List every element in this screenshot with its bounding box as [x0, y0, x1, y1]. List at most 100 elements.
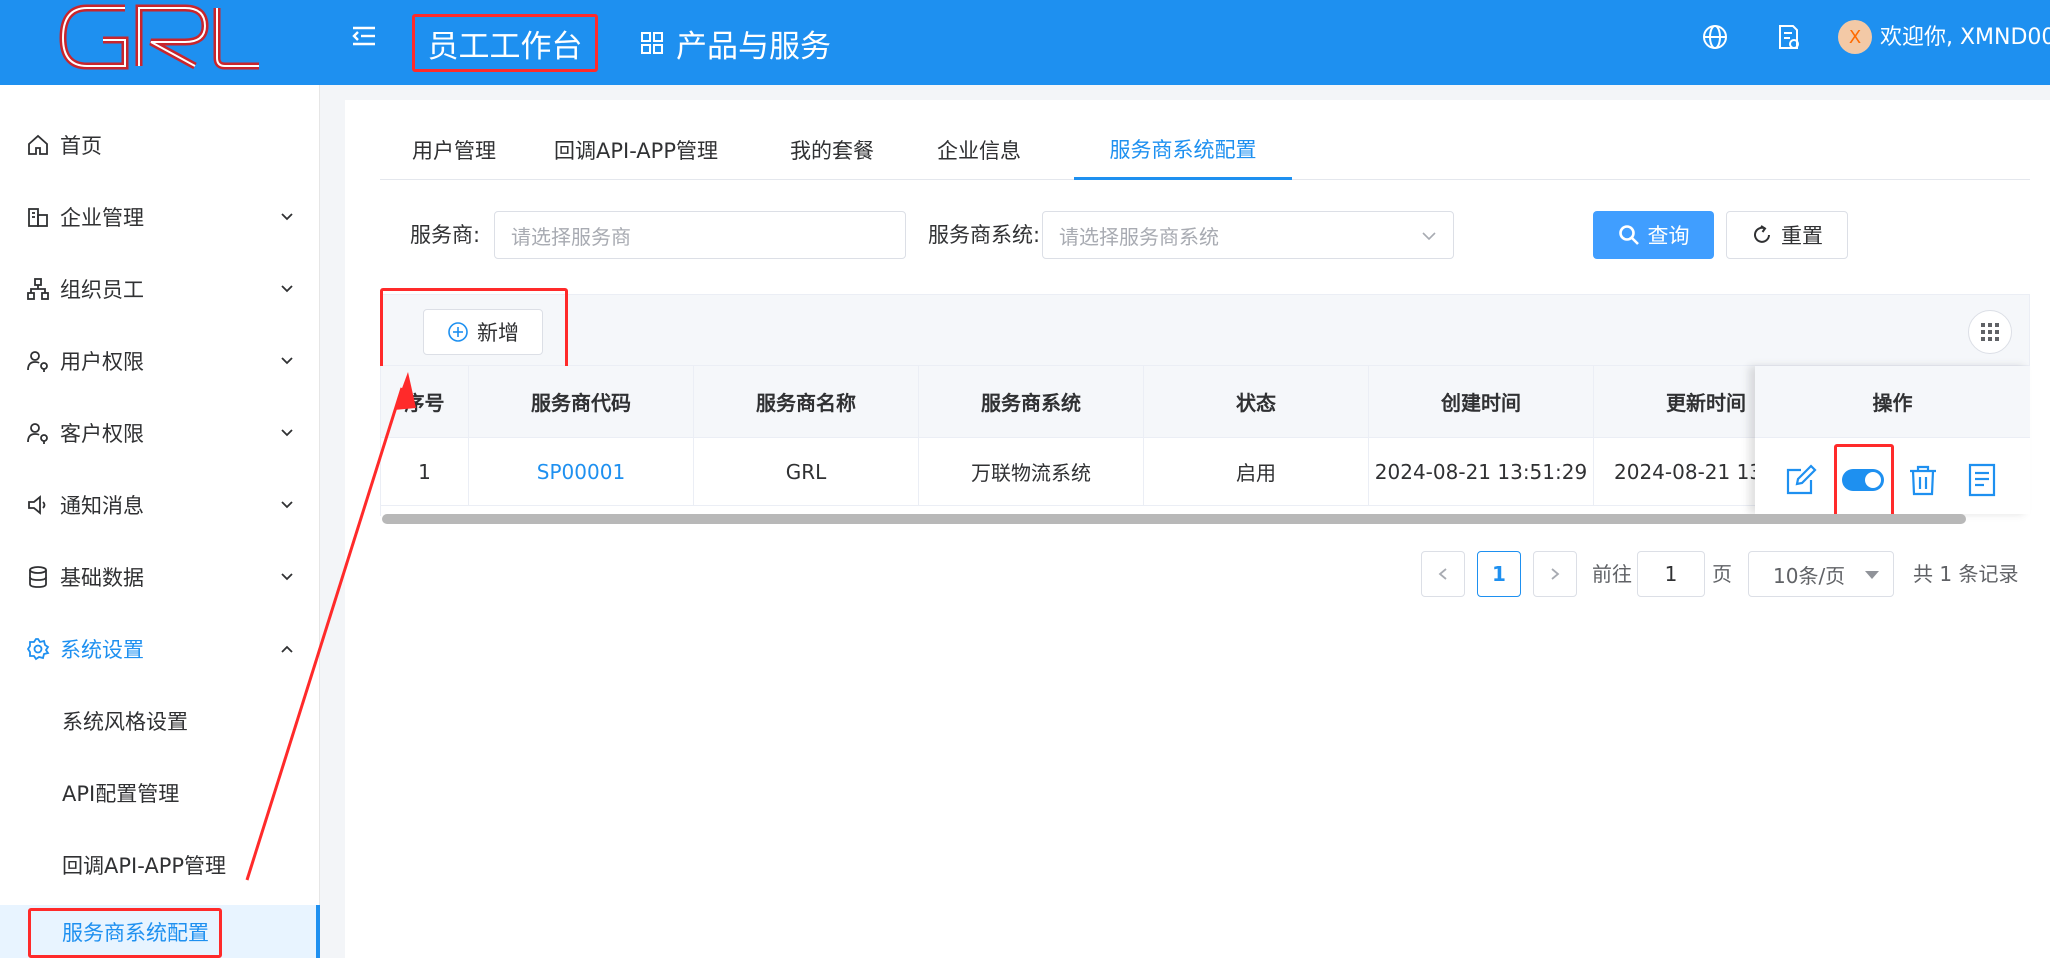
tab-label: 回调API-APP管理 — [553, 139, 719, 163]
provider-code-link[interactable]: SP00001 — [469, 438, 694, 506]
tab-callback-app[interactable]: 回调API-APP管理 — [530, 120, 742, 180]
sidebar-item-notification[interactable]: 通知消息 — [0, 469, 320, 541]
workbench-nav[interactable]: 员工工作台 — [412, 14, 598, 72]
goto-page-input[interactable]: 1 — [1637, 551, 1705, 597]
table-header: 服务商名称 — [694, 366, 919, 438]
refresh-icon — [1754, 225, 1770, 243]
building-icon — [28, 208, 48, 227]
products-nav[interactable]: 产品与服务 — [640, 14, 831, 72]
table-header: 服务商系统 — [919, 366, 1144, 438]
query-button[interactable]: 查询 — [1593, 211, 1714, 259]
apps-grid-icon — [641, 32, 663, 54]
sidebar-item-enterprise[interactable]: 企业管理 — [0, 181, 320, 253]
edit-icon[interactable] — [1783, 462, 1819, 498]
sidebar-item-org[interactable]: 组织员工 — [0, 253, 320, 325]
highlight-box-add — [380, 288, 568, 374]
prev-page-button[interactable] — [1421, 551, 1465, 597]
sidebar-item-user-permission[interactable]: 用户权限 — [0, 325, 320, 397]
sidebar-item-label: 企业管理 — [60, 206, 144, 230]
database-icon — [29, 566, 47, 588]
sidebar-item-system-settings[interactable]: 系统设置 — [0, 613, 320, 685]
gear-icon — [26, 638, 50, 661]
home-icon — [28, 134, 48, 155]
sidebar-item-customer-permission[interactable]: 客户权限 — [0, 397, 320, 469]
chevron-down-icon — [281, 357, 293, 365]
table-header: 状态 — [1144, 366, 1369, 438]
table-cell: 1 — [381, 438, 469, 506]
chevron-up-icon — [281, 645, 293, 653]
document-check-icon[interactable] — [1773, 22, 1803, 52]
chevron-right-icon — [1551, 568, 1560, 580]
query-label: 查询 — [1647, 224, 1690, 248]
org-icon — [27, 278, 49, 300]
system-placeholder: 请选择服务商系统 — [1059, 224, 1219, 249]
products-label: 产品与服务 — [676, 28, 831, 65]
reset-button[interactable]: 重置 — [1726, 211, 1848, 259]
sidebar-item-basic-data[interactable]: 基础数据 — [0, 541, 320, 613]
top-header: 员工工作台 产品与服务 X 欢迎你, XMND001 — [0, 0, 2050, 85]
sidebar-item-home[interactable]: 首页 — [0, 109, 320, 181]
table-header: 服务商代码 — [469, 366, 694, 438]
goto-suffix: 页 — [1712, 562, 1732, 586]
provider-placeholder: 请选择服务商 — [511, 224, 631, 249]
table-cell: 2024-08-21 13:51:29 — [1369, 438, 1594, 506]
sidebar-item-label: 通知消息 — [60, 494, 144, 518]
table-toolbar — [380, 294, 2030, 366]
table-cell: GRL — [694, 438, 919, 506]
sidebar-subitem-api-config[interactable]: API配置管理 — [0, 757, 320, 829]
provider-label: 服务商: — [410, 223, 481, 247]
sidebar-subitem-callback-app[interactable]: 回调API-APP管理 — [0, 829, 320, 901]
sidebar-subitem-label: 回调API-APP管理 — [62, 854, 227, 878]
tab-label: 用户管理 — [412, 139, 496, 163]
total-records: 共 1 条记录 — [1913, 562, 2019, 586]
chevron-left-icon — [1438, 568, 1447, 580]
system-select[interactable]: 请选择服务商系统 — [1042, 211, 1454, 259]
company-logo[interactable] — [55, 0, 265, 75]
column-settings-button[interactable] — [1968, 310, 2012, 354]
avatar[interactable]: X — [1838, 20, 1872, 54]
table-header: 创建时间 — [1369, 366, 1594, 438]
tab-user-management[interactable]: 用户管理 — [380, 120, 528, 180]
tab-provider-config[interactable]: 服务商系统配置 — [1074, 120, 1292, 180]
sidebar-subitem-style[interactable]: 系统风格设置 — [0, 685, 320, 757]
chevron-down-icon — [281, 501, 293, 509]
menu-fold-icon[interactable] — [350, 22, 378, 50]
chevron-down-icon — [281, 429, 293, 437]
language-globe-icon[interactable] — [1700, 22, 1730, 52]
highlight-box-toggle — [1834, 444, 1894, 524]
table-horizontal-scrollbar[interactable] — [382, 514, 1966, 524]
sidebar-item-label: 基础数据 — [60, 566, 144, 590]
sidebar-item-label: 组织员工 — [60, 278, 144, 302]
tab-my-plan[interactable]: 我的套餐 — [782, 120, 882, 180]
goto-prefix: 前往 — [1592, 562, 1632, 586]
trash-icon[interactable] — [1905, 462, 1941, 498]
tab-label: 服务商系统配置 — [1109, 137, 1257, 162]
page-size-label: 10条/页 — [1773, 563, 1846, 588]
chevron-down-icon — [1422, 232, 1436, 241]
caret-down-icon — [1865, 571, 1879, 579]
table-header: 操作 — [1755, 366, 2030, 438]
welcome-user[interactable]: 欢迎你, XMND001 — [1880, 22, 2050, 54]
tab-label: 我的套餐 — [790, 139, 874, 163]
chevron-down-icon — [281, 213, 293, 221]
tab-bar: 用户管理 回调API-APP管理 我的套餐 企业信息 服务商系统配置 — [380, 120, 2030, 180]
sidebar-item-label: 首页 — [60, 134, 102, 158]
detail-document-icon[interactable] — [1964, 462, 2000, 498]
workbench-label: 员工工作台 — [427, 28, 583, 65]
provider-select[interactable]: 请选择服务商 — [494, 211, 906, 259]
next-page-button[interactable] — [1533, 551, 1577, 597]
table-cell: 启用 — [1144, 438, 1369, 506]
search-icon — [1618, 225, 1639, 245]
highlight-box-sidebar — [28, 908, 222, 958]
user-key-icon — [27, 423, 48, 444]
tab-label: 企业信息 — [937, 139, 1021, 163]
tab-enterprise-info[interactable]: 企业信息 — [928, 120, 1030, 180]
grid-dots-icon — [1981, 323, 1999, 341]
page-number-button[interactable]: 1 — [1477, 551, 1521, 597]
system-label: 服务商系统: — [928, 223, 1041, 247]
chevron-down-icon — [281, 285, 293, 293]
reset-label: 重置 — [1781, 224, 1823, 248]
page-size-select[interactable]: 10条/页 — [1748, 551, 1894, 597]
table-cell: 万联物流系统 — [919, 438, 1144, 506]
table-header: 序号 — [381, 366, 469, 438]
